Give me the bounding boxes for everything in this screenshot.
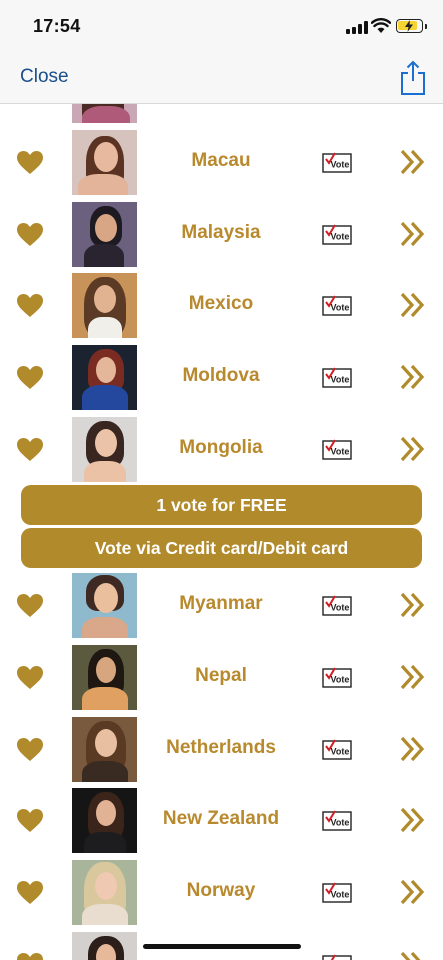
chevron-right-icon[interactable] bbox=[399, 148, 427, 176]
contestant-photo bbox=[72, 717, 137, 782]
chevron-right-icon[interactable] bbox=[399, 735, 427, 763]
heart-icon[interactable] bbox=[17, 366, 43, 390]
free-vote-button[interactable]: 1 vote for FREE bbox=[21, 485, 422, 525]
list-item: Mongolia Vote bbox=[0, 417, 443, 489]
share-icon[interactable] bbox=[398, 60, 428, 96]
navigation-bar: Close bbox=[0, 52, 443, 104]
chevron-right-icon[interactable] bbox=[399, 806, 427, 834]
chevron-right-icon[interactable] bbox=[399, 663, 427, 691]
heart-icon[interactable] bbox=[17, 881, 43, 905]
contestant-photo bbox=[72, 104, 137, 123]
vote-icon[interactable]: Vote bbox=[322, 666, 352, 688]
vote-icon[interactable]: Vote bbox=[322, 881, 352, 903]
svg-text:Vote: Vote bbox=[331, 232, 350, 242]
chevron-right-icon[interactable] bbox=[399, 878, 427, 906]
contestant-photo bbox=[72, 932, 137, 960]
contestant-photo bbox=[72, 417, 137, 482]
contestant-photo bbox=[72, 130, 137, 195]
list-item: Myanmar Vote bbox=[0, 573, 443, 645]
cellular-signal-icon bbox=[346, 21, 368, 34]
country-name: Malaysia bbox=[181, 222, 261, 243]
heart-icon[interactable] bbox=[17, 294, 43, 318]
heart-icon[interactable] bbox=[17, 223, 43, 247]
contestant-photo bbox=[72, 345, 137, 410]
heart-icon[interactable] bbox=[17, 738, 43, 762]
vote-icon[interactable]: Vote bbox=[322, 953, 352, 960]
contestant-photo bbox=[72, 573, 137, 638]
heart-icon[interactable] bbox=[17, 438, 43, 462]
status-time: 17:54 bbox=[33, 16, 81, 36]
chevron-right-icon[interactable] bbox=[399, 950, 427, 960]
list-item: Malaysia Vote bbox=[0, 202, 443, 274]
vote-icon[interactable]: Vote bbox=[322, 151, 352, 173]
contestant-photo bbox=[72, 788, 137, 853]
list-item: New Zealand Vote bbox=[0, 788, 443, 860]
home-indicator[interactable] bbox=[143, 944, 301, 949]
list-item: Mexico Vote bbox=[0, 273, 443, 345]
status-bar: 17:54 bbox=[0, 0, 443, 52]
svg-text:Vote: Vote bbox=[331, 447, 350, 457]
list-item: Macau Vote bbox=[0, 130, 443, 202]
vote-icon[interactable]: Vote bbox=[322, 438, 352, 460]
vote-icon[interactable]: Vote bbox=[322, 594, 352, 616]
vote-icon[interactable]: Vote bbox=[322, 223, 352, 245]
country-name: Netherlands bbox=[166, 737, 276, 758]
vote-icon[interactable]: Vote bbox=[322, 366, 352, 388]
svg-text:Vote: Vote bbox=[331, 160, 350, 170]
card-vote-button[interactable]: Vote via Credit card/Debit card bbox=[21, 528, 422, 568]
svg-text:Vote: Vote bbox=[331, 818, 350, 828]
svg-text:Vote: Vote bbox=[331, 603, 350, 613]
chevron-right-icon[interactable] bbox=[399, 363, 427, 391]
chevron-right-icon[interactable] bbox=[399, 220, 427, 248]
country-name: Nepal bbox=[195, 665, 247, 686]
chevron-right-icon[interactable] bbox=[399, 435, 427, 463]
list-item: Nepal Vote bbox=[0, 645, 443, 717]
heart-icon[interactable] bbox=[17, 151, 43, 175]
contestant-list[interactable]: Macau Vote Malaysia Vote Mexico Vote Mol… bbox=[0, 104, 443, 960]
heart-icon[interactable] bbox=[17, 594, 43, 618]
contestant-photo bbox=[72, 860, 137, 925]
wifi-icon bbox=[371, 18, 391, 33]
close-button[interactable]: Close bbox=[20, 66, 69, 88]
list-item: Moldova Vote bbox=[0, 345, 443, 417]
heart-icon[interactable] bbox=[17, 666, 43, 690]
heart-icon[interactable] bbox=[17, 953, 43, 960]
contestant-photo bbox=[72, 202, 137, 267]
country-name: Macau bbox=[191, 150, 251, 171]
contestant-photo bbox=[72, 273, 137, 338]
country-name: New Zealand bbox=[162, 808, 280, 829]
contestant-photo bbox=[72, 645, 137, 710]
svg-text:Vote: Vote bbox=[331, 303, 350, 313]
list-item: Netherlands Vote bbox=[0, 717, 443, 789]
country-name: Mexico bbox=[188, 293, 254, 314]
svg-text:Vote: Vote bbox=[331, 675, 350, 685]
country-name: Moldova bbox=[182, 365, 260, 386]
vote-icon[interactable]: Vote bbox=[322, 294, 352, 316]
svg-text:Vote: Vote bbox=[331, 747, 350, 757]
svg-text:Vote: Vote bbox=[331, 890, 350, 900]
vote-icon[interactable]: Vote bbox=[322, 738, 352, 760]
battery-icon bbox=[396, 19, 427, 33]
svg-text:Vote: Vote bbox=[331, 375, 350, 385]
list-item: Norway Vote bbox=[0, 860, 443, 932]
heart-icon[interactable] bbox=[17, 809, 43, 833]
chevron-right-icon[interactable] bbox=[399, 291, 427, 319]
chevron-right-icon[interactable] bbox=[399, 591, 427, 619]
country-name: Norway bbox=[186, 880, 256, 901]
country-name: Mongolia bbox=[179, 437, 263, 458]
vote-icon[interactable]: Vote bbox=[322, 809, 352, 831]
country-name: Myanmar bbox=[179, 593, 263, 614]
